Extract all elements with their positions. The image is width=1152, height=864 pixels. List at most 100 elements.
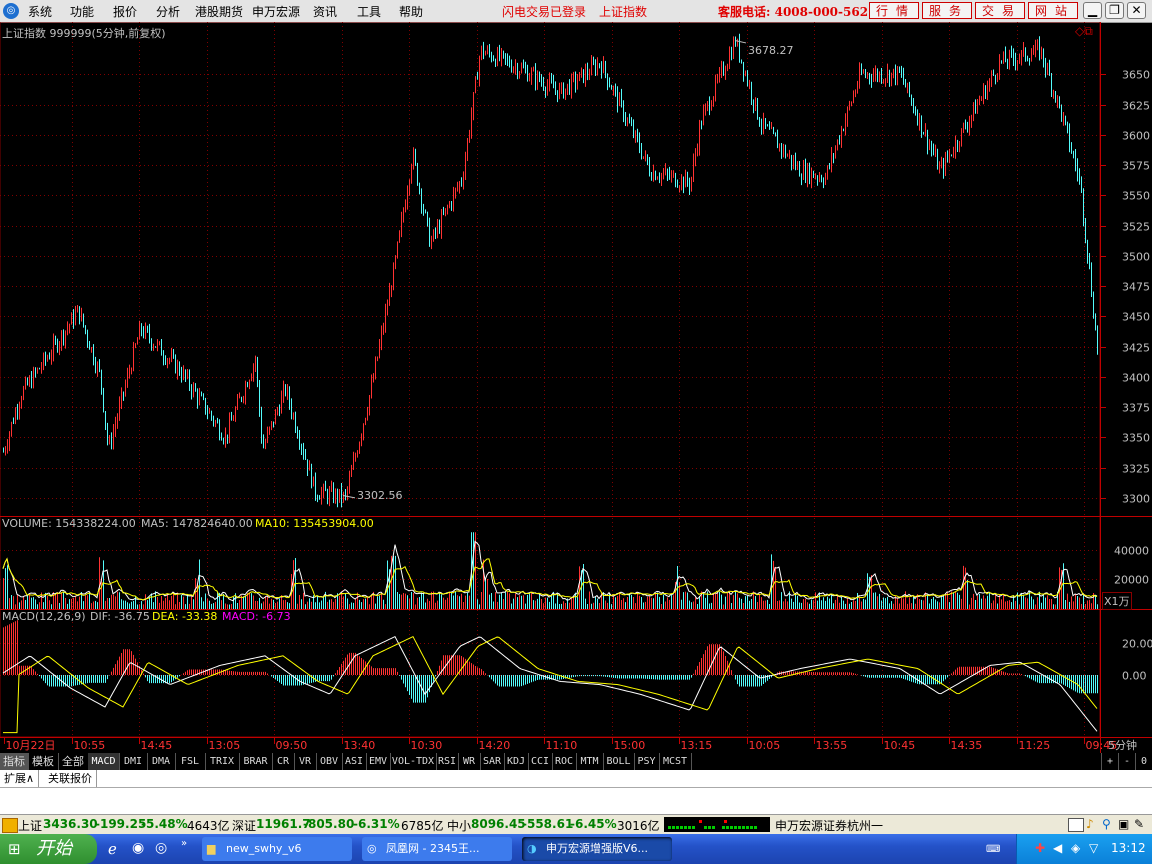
tab-指标[interactable]: 指标: [0, 753, 29, 770]
time-tick-label: 14:20: [479, 739, 511, 752]
price-tick-label: 3600: [1122, 130, 1150, 143]
price-tick-label: 3400: [1122, 372, 1150, 385]
tab-trix[interactable]: TRIX: [205, 753, 240, 770]
tab-obv[interactable]: OBV: [316, 753, 343, 770]
chart-options-icon[interactable]: ◇⧉: [1075, 24, 1093, 39]
quicklaunch-more-icon[interactable]: »: [181, 838, 187, 849]
related-quotes-tab[interactable]: 关联报价: [44, 770, 97, 787]
time-tick-label: 10:05: [749, 739, 781, 752]
macd-lines: [2, 635, 1098, 734]
price-tick-label: 3500: [1122, 251, 1150, 264]
menu-help[interactable]: 帮助: [399, 3, 423, 20]
signal-icon[interactable]: ⚲: [1102, 817, 1111, 831]
tab-rsi[interactable]: RSI: [436, 753, 459, 770]
tab-模板[interactable]: 模板: [28, 753, 59, 770]
price-tick-label: 3575: [1122, 160, 1150, 173]
tab-dma[interactable]: DMA: [147, 753, 176, 770]
time-tick-label: 11:10: [546, 739, 578, 752]
tab-全部[interactable]: 全部: [58, 753, 89, 770]
settings-icon[interactable]: ✎: [1134, 817, 1144, 831]
zx-amount: 3016亿: [617, 819, 660, 833]
bell-icon[interactable]: ♪: [1086, 817, 1094, 831]
start-button[interactable]: ⊞ 开始: [0, 834, 97, 864]
task-ifeng[interactable]: ◎ 凤凰网 - 2345王...: [362, 837, 512, 861]
network-icon[interactable]: ▽: [1089, 841, 1098, 855]
zoom-in-button[interactable]: +: [1101, 753, 1119, 770]
service-button[interactable]: 服务: [922, 2, 972, 19]
chart-title: 上证指数 999999(5分钟,前复权): [2, 27, 166, 40]
market-button[interactable]: 行情: [869, 2, 919, 19]
chrome-icon[interactable]: ◎: [155, 840, 167, 856]
menu-system[interactable]: 系统: [28, 3, 52, 20]
time-tick-label: 15:00: [614, 739, 646, 752]
tab-cr[interactable]: CR: [272, 753, 295, 770]
tab-dmi[interactable]: DMI: [119, 753, 148, 770]
menu-hk-futures[interactable]: 港股期货: [195, 3, 243, 20]
tab-macd[interactable]: MACD: [88, 753, 120, 770]
hotline: 客服电话: 4008-000-562: [718, 5, 869, 19]
ie-icon[interactable]: ℯ: [108, 840, 117, 858]
tab-vr[interactable]: VR: [294, 753, 317, 770]
period-label[interactable]: 5分钟: [1108, 737, 1137, 753]
alert-icon[interactable]: [2, 818, 18, 833]
zoom-out-button[interactable]: -: [1118, 753, 1136, 770]
tab-mcst[interactable]: MCST: [659, 753, 692, 770]
menu-bar: ◎ 系统 功能 报价 分析 港股期货 申万宏源 资讯 工具 帮助 闪电交易已登录…: [0, 0, 1152, 23]
website-button[interactable]: 网站: [1028, 2, 1078, 19]
menu-quote[interactable]: 报价: [113, 3, 137, 20]
high-annotation: 3678.27: [748, 44, 794, 57]
price-tick-label: 3550: [1122, 190, 1150, 203]
macd-tick-label: 0.00: [1122, 670, 1147, 683]
tab-brar[interactable]: BRAR: [239, 753, 273, 770]
menu-function[interactable]: 功能: [70, 3, 94, 20]
tab-wr[interactable]: WR: [458, 753, 481, 770]
chart-area[interactable]: 3300 3325 3350 3375 3400 3425 3450 3475 3500 3525…: [0, 22, 1152, 753]
browser-icon[interactable]: ◉: [132, 840, 144, 856]
flag-icon[interactable]: ✚: [1035, 841, 1045, 855]
window-icon[interactable]: [1068, 818, 1084, 832]
macd-legend: MACD(12,26,9): [2, 610, 86, 623]
tab-roc[interactable]: ROC: [552, 753, 577, 770]
task-swhy-app[interactable]: ◑ 申万宏源增强版V6...: [522, 837, 672, 861]
volume-icon[interactable]: ◀: [1053, 841, 1062, 855]
tab-vol-tdx[interactable]: VOL-TDX: [390, 753, 437, 770]
price-candles: [3, 33, 1098, 508]
zx-value: 8096.45: [471, 817, 526, 831]
tab-asi[interactable]: ASI: [342, 753, 367, 770]
volume-tick-label: 40000: [1114, 545, 1149, 558]
restore-icon[interactable]: ❐: [1105, 2, 1124, 19]
tab-cci[interactable]: CCI: [528, 753, 553, 770]
menu-info[interactable]: 资讯: [313, 3, 337, 20]
tab-kdj[interactable]: KDJ: [504, 753, 529, 770]
close-icon[interactable]: ✕: [1127, 2, 1146, 19]
tab-fsl[interactable]: FSL: [175, 753, 206, 770]
menu-analysis[interactable]: 分析: [156, 3, 180, 20]
system-tray: ✚ ◀ ◈ ▽ 13:12: [1016, 834, 1152, 864]
menu-tools[interactable]: 工具: [357, 3, 381, 20]
tab-mtm[interactable]: MTM: [576, 753, 604, 770]
price-tick-label: 3375: [1122, 402, 1150, 415]
price-tick-label: 3475: [1122, 281, 1150, 294]
tab-sar[interactable]: SAR: [480, 753, 505, 770]
chart-grid: [0, 22, 1152, 753]
minimize-icon[interactable]: ▁: [1083, 2, 1102, 19]
tab-emv[interactable]: EMV: [366, 753, 391, 770]
sz-amount: 6785亿: [401, 819, 444, 833]
app-logo-icon: ◎: [3, 3, 19, 19]
lock-icon[interactable]: ▣: [1118, 817, 1129, 831]
reset-button[interactable]: 0: [1135, 753, 1152, 770]
tab-psy[interactable]: PSY: [634, 753, 660, 770]
trade-button[interactable]: 交易: [975, 2, 1025, 19]
task-new-swhy[interactable]: ▆ new_swhy_v6: [202, 837, 352, 861]
expand-tab[interactable]: 扩展∧: [0, 770, 40, 787]
menu-swhy[interactable]: 申万宏源: [252, 3, 300, 20]
time-tick-label: 14:45: [141, 739, 173, 752]
zx-label: 中小: [447, 819, 472, 833]
high-pointer: [734, 40, 747, 44]
shield-icon[interactable]: ◈: [1071, 841, 1080, 855]
clock: 13:12: [1111, 841, 1146, 855]
keyboard-icon[interactable]: ⌨: [986, 844, 1000, 855]
tab-boll[interactable]: BOLL: [603, 753, 635, 770]
time-tick-label: 10月22日: [6, 739, 56, 752]
price-tick-label: 3425: [1122, 342, 1150, 355]
